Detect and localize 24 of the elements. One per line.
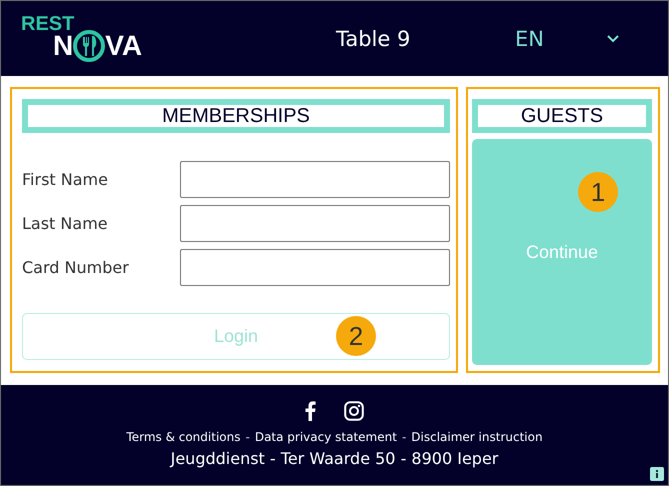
logo-text: N — [53, 32, 74, 60]
footer-link[interactable]: Data privacy statement — [254, 430, 397, 444]
instagram-icon[interactable] — [344, 401, 364, 421]
chevron-down-icon[interactable] — [606, 34, 620, 43]
logo-text: REST — [21, 14, 76, 32]
fork-knife-icon — [72, 28, 106, 62]
input-field[interactable] — [180, 161, 450, 198]
address-text: Jeugddienst - Ter Waarde 50 - 8900 Ieper — [170, 449, 498, 468]
facebook-icon[interactable] — [305, 401, 316, 421]
field-label: Last Name — [22, 214, 109, 233]
footer-link[interactable]: Terms & conditions — [126, 430, 240, 444]
section-heading: MEMBERSHIPS — [22, 99, 450, 133]
section-heading: GUESTS — [472, 99, 652, 133]
field-label: First Name — [22, 170, 109, 189]
input-field[interactable] — [180, 249, 450, 286]
language-selector[interactable]: EN — [515, 26, 544, 50]
separator-dash: - — [400, 430, 408, 444]
logo-text: VA — [105, 32, 142, 60]
field-label: Card Number — [22, 258, 130, 277]
separator-dash: - — [244, 430, 251, 444]
input-field[interactable] — [180, 205, 450, 242]
footer-link[interactable]: Disclaimer instruction — [411, 430, 543, 444]
info-icon[interactable] — [650, 467, 664, 481]
table-title: Table 9 — [336, 26, 412, 50]
